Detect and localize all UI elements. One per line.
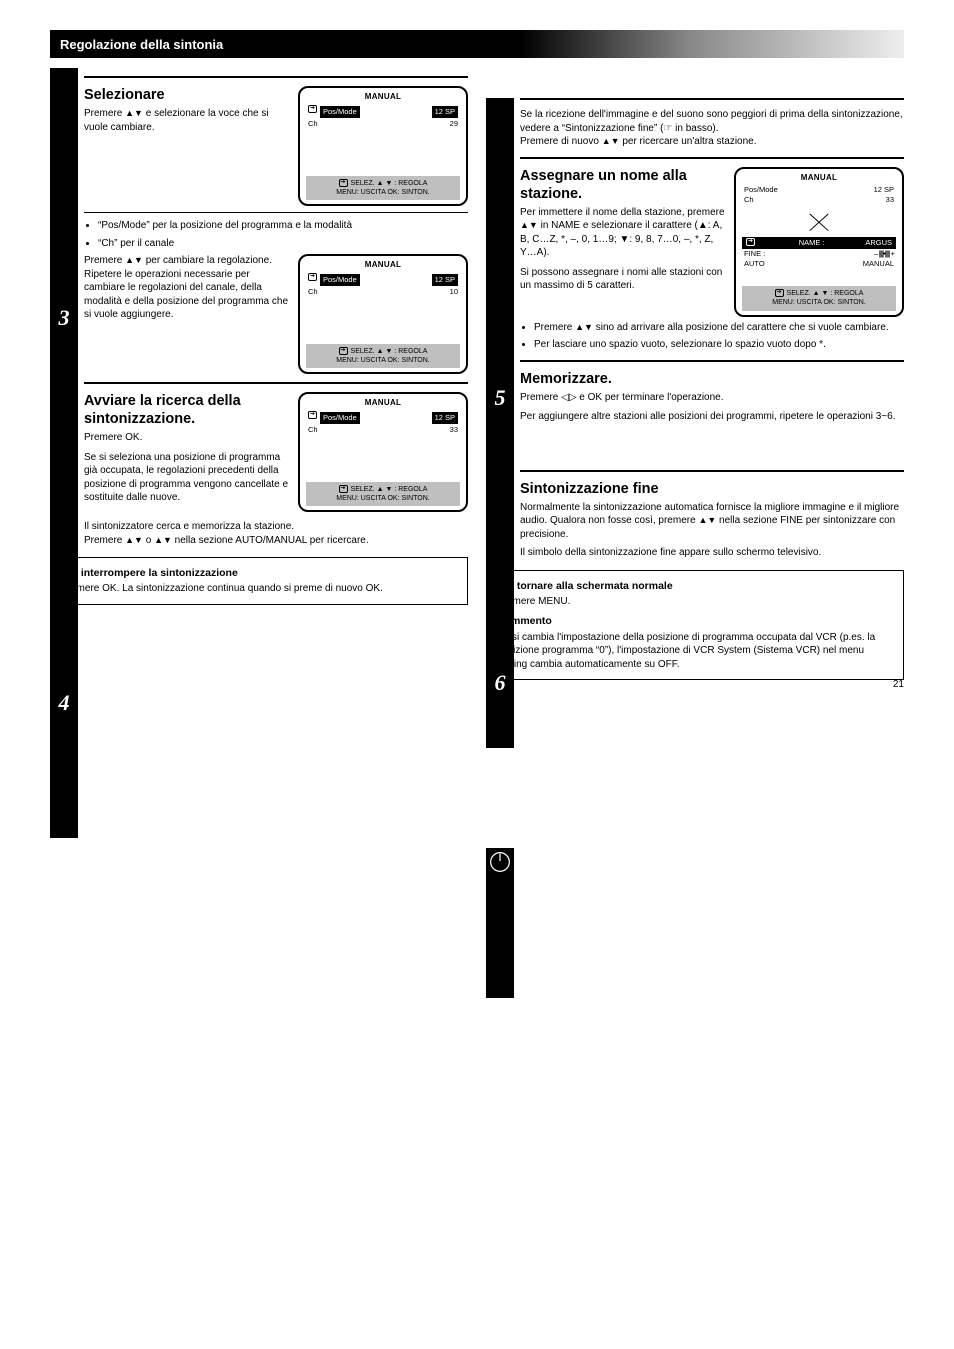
osd-selected-row-l: Pos/Mode	[320, 274, 360, 286]
step4-footer: Se si seleziona una posizione di program…	[84, 451, 290, 505]
osd-row-l: Ch	[308, 119, 318, 129]
note-title-2: Commento	[497, 614, 893, 628]
note-body: Premere MENU.	[497, 595, 893, 609]
list-item: Per lasciare uno spazio vuoto, seleziona…	[534, 338, 904, 352]
step6-body: Premere ◁▷ e OK per terminare l'operazio…	[520, 391, 904, 405]
left-note-box: Per interrompere la sintonizzazione Prem…	[50, 557, 468, 605]
osd-head: MANUAL	[306, 398, 460, 409]
note-title: Per tornare alla schermata normale	[497, 579, 893, 593]
left-right-icon: ◁▷	[561, 392, 576, 403]
knob-icon	[486, 848, 514, 876]
step5-title: Assegnare un nome alla stazione.	[520, 167, 726, 203]
osd-row-r: 29	[450, 119, 458, 129]
list-item: “Ch” per il canale	[98, 237, 468, 251]
note-body-2: Se si cambia l'impostazione della posizi…	[497, 631, 893, 672]
step4-body: Premere OK.	[84, 431, 290, 445]
up-down-icon: ▲▼	[575, 322, 593, 332]
fine-body-2: Il simbolo della sintonizzazione fine ap…	[520, 546, 904, 560]
osd-name-label: NAME :	[799, 238, 825, 248]
section-header-title: Regolazione della sintonia	[60, 37, 223, 52]
osd-selected-row-r: 12 SP	[432, 274, 458, 286]
osd-selected-row-r: 12 SP	[432, 412, 458, 424]
osd-head: MANUAL	[742, 173, 896, 184]
step3-title: Selezionare	[84, 86, 290, 104]
osd-row-l: Pos/Mode	[744, 185, 778, 195]
osd-row-l: Ch	[308, 425, 318, 435]
up-down-icon: ▲▼	[154, 535, 172, 545]
fine-title: Sintonizzazione fine	[520, 480, 904, 498]
osd-row-r: 33	[450, 425, 458, 435]
function-icon	[746, 238, 755, 246]
osd-panel-b: MANUAL Pos/Mode 12 SP Ch 10 SELEZ. ▲ ▼ : R…	[298, 254, 468, 374]
left-steps-bar: 3 4	[50, 68, 78, 838]
step-number-5: 5	[486, 178, 514, 618]
function-icon	[308, 273, 317, 281]
osd-auto-l: AUTO	[744, 259, 765, 269]
left-column: 3 4 Selezionare Premere ▲▼ e selezionare…	[50, 68, 468, 680]
step5-body: Per immettere il nome della stazione, pr…	[520, 206, 726, 260]
up-down-icon: ▲▼	[125, 255, 143, 265]
step5-bullets: Premere ▲▼ sino ad arrivare alla posizio…	[520, 321, 904, 352]
osd-row-r: 33	[886, 195, 894, 205]
page-number: 21	[893, 679, 904, 690]
osd-panel-a: MANUAL Pos/Mode 12 SP Ch 29 SELEZ. ▲ ▼ : R…	[298, 86, 468, 206]
note-body: Premere OK. La sintonizzazione continua …	[61, 582, 457, 596]
osd-footer: SELEZ. ▲ ▼ : REGOLA MENU: USCITA OK: SIN…	[306, 482, 460, 506]
antenna-icon	[742, 212, 896, 236]
osd-footer: SELEZ. ▲ ▼ : REGOLA MENU: USCITA OK: SIN…	[306, 176, 460, 200]
step4-result: Il sintonizzatore cerca e memorizza la s…	[84, 520, 468, 547]
up-down-icon: ▲▼	[125, 535, 143, 545]
section-header: Regolazione della sintonia	[50, 30, 904, 58]
osd-row-l: Ch	[308, 287, 318, 297]
osd-panel-d: MANUAL Pos/Mode 12 SP Ch 33 NAME : ARGUS FI…	[734, 167, 904, 317]
osd-head: MANUAL	[306, 92, 460, 103]
osd-row-r: 12 SP	[874, 185, 894, 195]
osd-row-r: 10	[450, 287, 458, 297]
step3-body: Premere ▲▼ e selezionare la voce che si …	[84, 107, 290, 134]
osd-row-l: Ch	[744, 195, 754, 205]
right-steps-bar: 5 6	[486, 98, 514, 748]
step5-body-2: Si possono assegnare i nomi alle stazion…	[520, 266, 726, 293]
fine-step-spacer	[486, 848, 514, 998]
fine-body: Normalmente la sintonizzazione automatic…	[520, 501, 904, 542]
step-spacer	[486, 98, 514, 178]
step6-footer: Per aggiungere altre stazioni alle posiz…	[520, 410, 904, 424]
step6-title: Memorizzare.	[520, 370, 904, 388]
up-down-icon: ▲▼	[125, 108, 143, 118]
up-down-icon: ▲▼	[602, 136, 620, 146]
osd-footer: SELEZ. ▲ ▼ : REGOLA MENU: USCITA OK: SIN…	[306, 344, 460, 368]
osd-head: MANUAL	[306, 260, 460, 271]
step-number-6: 6	[486, 618, 514, 748]
right-column: 5 6 Se la ricezione dell'immagine e del …	[486, 68, 904, 680]
osd-name-value: ARGUS	[865, 238, 892, 248]
list-item: “Pos/Mode” per la posizione del programm…	[98, 219, 468, 233]
right-intro: Se la ricezione dell'immagine e del suon…	[520, 108, 904, 149]
osd-selected-row-r: 12 SP	[432, 106, 458, 118]
osd-selected-row-l: Pos/Mode	[320, 412, 360, 424]
step-number-4: 4	[50, 568, 78, 838]
list-item: Premere ▲▼ sino ad arrivare alla posizio…	[534, 321, 904, 335]
right-note-box: Per tornare alla schermata normale Preme…	[486, 570, 904, 680]
osd-auto-r: MANUAL	[863, 259, 894, 269]
function-icon	[339, 485, 348, 493]
osd-selected-row-l: Pos/Mode	[320, 106, 360, 118]
osd-footer: SELEZ. ▲ ▼ : REGOLA MENU: USCITA OK: SIN…	[742, 286, 896, 310]
osd-panel-c: MANUAL Pos/Mode 12 SP Ch 33 SELEZ. ▲ ▼ : R…	[298, 392, 468, 512]
function-icon	[308, 105, 317, 113]
function-icon	[775, 289, 784, 297]
function-icon	[308, 411, 317, 419]
step3-bullets: “Pos/Mode” per la posizione del programm…	[84, 219, 468, 250]
function-icon	[339, 179, 348, 187]
step3-para: Premere ▲▼ per cambiare la regolazione. …	[84, 254, 290, 322]
osd-fine-label: FINE :	[744, 249, 765, 259]
up-down-icon: ▲▼	[520, 220, 538, 230]
note-title: Per interrompere la sintonizzazione	[61, 566, 457, 580]
right-fine-bar	[486, 848, 514, 998]
step-number-3: 3	[50, 68, 78, 568]
up-down-icon: ▲▼	[698, 515, 716, 525]
step4-title: Avviare la ricerca della sintonizzazione…	[84, 392, 290, 428]
function-icon	[339, 347, 348, 355]
